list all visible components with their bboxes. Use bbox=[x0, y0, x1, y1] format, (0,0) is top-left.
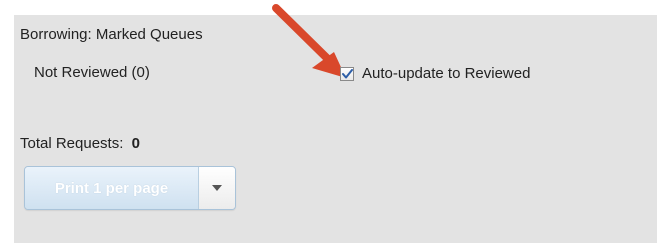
section-title: Borrowing: Marked Queues bbox=[20, 26, 203, 43]
caret-down-icon bbox=[212, 185, 222, 191]
auto-update-checkbox[interactable] bbox=[340, 66, 354, 81]
print-button[interactable]: Print 1 per page bbox=[25, 167, 199, 209]
queue-not-reviewed[interactable]: Not Reviewed (0) bbox=[34, 64, 150, 81]
auto-update-checkbox-row[interactable]: Auto-update to Reviewed bbox=[340, 65, 530, 82]
print-split-button[interactable]: Print 1 per page bbox=[24, 166, 236, 210]
total-requests-label: Total Requests: bbox=[20, 135, 124, 152]
total-requests-count: 0 bbox=[131, 135, 140, 152]
auto-update-label: Auto-update to Reviewed bbox=[362, 65, 531, 82]
print-dropdown-toggle[interactable] bbox=[199, 167, 235, 209]
checkmark-icon bbox=[341, 68, 353, 78]
total-requests: Total Requests: 0 bbox=[20, 135, 140, 152]
